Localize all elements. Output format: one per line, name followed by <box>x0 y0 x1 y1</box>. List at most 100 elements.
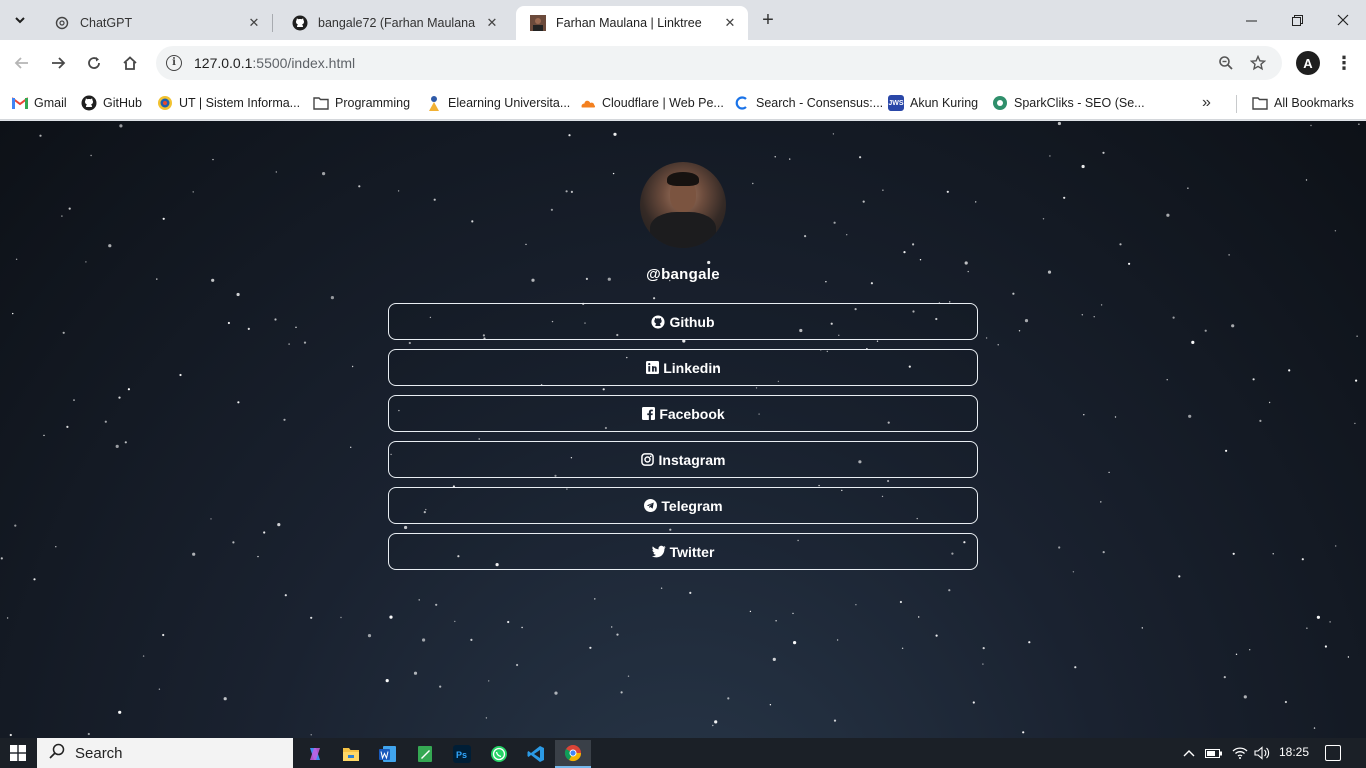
star <box>367 634 372 638</box>
home-button[interactable] <box>116 49 144 77</box>
windows-taskbar: Search Ps 18:25 <box>0 738 1366 768</box>
bookmark-star-icon[interactable] <box>1248 53 1268 73</box>
star <box>982 647 985 650</box>
reload-button[interactable] <box>80 49 108 77</box>
taskbar-search-box[interactable]: Search <box>37 738 293 768</box>
close-tab-icon[interactable]: ✕ <box>246 15 262 31</box>
bookmark-label: SparkCliks - SEO (Se... <box>1014 96 1145 110</box>
star <box>439 685 442 688</box>
star <box>982 663 984 665</box>
instagram-link-button[interactable]: Instagram <box>388 441 978 478</box>
star <box>727 697 730 700</box>
bookmarks-divider <box>1236 95 1237 113</box>
folder-icon <box>313 95 329 111</box>
url-text[interactable]: 127.0.0.1:5500/index.html <box>194 55 355 71</box>
link-label: Github <box>669 313 715 330</box>
tray-overflow-icon[interactable] <box>1183 738 1195 768</box>
wifi-icon[interactable] <box>1232 738 1248 768</box>
new-tab-button[interactable]: + <box>756 8 780 32</box>
copilot-app-icon[interactable] <box>297 740 333 768</box>
taskbar-search-label: Search <box>75 744 123 762</box>
notification-center-icon[interactable] <box>1325 745 1341 761</box>
bookmark-ut[interactable]: UT | Sistem Informa... <box>157 92 300 114</box>
star <box>1313 727 1316 729</box>
github-link-button[interactable]: Github <box>388 303 978 340</box>
site-info-icon[interactable]: i <box>166 55 182 71</box>
link-label: Twitter <box>669 543 715 560</box>
battery-icon[interactable] <box>1205 738 1223 768</box>
cloudflare-icon <box>580 95 596 111</box>
tab-chatgpt[interactable]: ChatGPT ✕ <box>40 6 272 40</box>
word-app-icon[interactable] <box>370 740 406 768</box>
linkedin-link-button[interactable]: Linkedin <box>388 349 978 386</box>
star <box>620 691 623 694</box>
bookmark-gmail[interactable]: Gmail <box>12 92 67 114</box>
star <box>793 641 797 645</box>
zoom-icon[interactable] <box>1216 53 1236 73</box>
star <box>470 638 473 642</box>
tab-linktree[interactable]: Farhan Maulana | Linktree ✕ <box>516 6 748 40</box>
back-button[interactable] <box>8 49 36 77</box>
github-icon <box>292 15 308 31</box>
restore-button[interactable] <box>1274 0 1320 40</box>
svg-text:Ps: Ps <box>456 750 467 760</box>
bookmark-folder-programming[interactable]: Programming <box>313 92 410 114</box>
star <box>1178 575 1181 578</box>
search-icon <box>49 743 65 763</box>
link-label: Telegram <box>661 497 723 514</box>
system-clock[interactable]: 18:25 <box>1279 745 1309 759</box>
star <box>158 688 161 690</box>
close-tab-icon[interactable]: ✕ <box>722 15 738 31</box>
vscode-app-icon[interactable] <box>518 740 554 768</box>
address-bar[interactable]: i 127.0.0.1:5500/index.html <box>156 46 1282 80</box>
instagram-icon <box>641 453 655 467</box>
close-tab-icon[interactable]: ✕ <box>484 15 500 31</box>
star <box>833 719 837 722</box>
tab-search-chevron-icon[interactable] <box>8 8 32 32</box>
star <box>162 633 165 637</box>
whatsapp-app-icon[interactable] <box>481 740 517 768</box>
tab-github[interactable]: bangale72 (Farhan Maulana Syi ✕ <box>278 6 510 40</box>
star <box>594 598 596 600</box>
close-window-button[interactable] <box>1320 0 1366 40</box>
star <box>142 655 145 657</box>
chrome-app-icon[interactable] <box>555 740 591 768</box>
forward-button[interactable] <box>44 49 72 77</box>
star <box>418 599 420 601</box>
star <box>1223 676 1226 679</box>
bookmark-consensus[interactable]: Search - Consensus:... <box>734 92 883 114</box>
star <box>712 724 714 727</box>
windows-start-button[interactable] <box>0 738 36 768</box>
bookmark-elearning[interactable]: Elearning Universita... <box>426 92 570 114</box>
facebook-link-button[interactable]: Facebook <box>388 395 978 432</box>
star <box>454 620 456 623</box>
bookmark-cloudflare[interactable]: Cloudflare | Web Pe... <box>580 92 724 114</box>
profile-avatar-button[interactable]: A <box>1296 51 1320 75</box>
all-bookmarks-button[interactable]: All Bookmarks <box>1252 92 1354 114</box>
minimize-button[interactable] <box>1228 0 1274 40</box>
star <box>836 639 839 641</box>
star <box>340 616 342 619</box>
star <box>855 604 857 606</box>
bookmark-akun-kuring[interactable]: JWS Akun Kuring <box>888 92 978 114</box>
more-bookmarks-icon[interactable]: » <box>1202 94 1211 112</box>
photoshop-app-icon[interactable]: Ps <box>444 740 480 768</box>
telegram-link-button[interactable]: Telegram <box>388 487 978 524</box>
bookmark-sparkcliks[interactable]: SparkCliks - SEO (Se... <box>992 92 1145 114</box>
browser-menu-icon[interactable]: ⋮ <box>1334 51 1354 75</box>
star <box>521 626 523 629</box>
star <box>9 733 12 737</box>
star <box>775 620 777 622</box>
star <box>749 610 752 613</box>
volume-icon[interactable] <box>1254 738 1270 768</box>
file-explorer-app-icon[interactable] <box>333 740 369 768</box>
star <box>1347 656 1350 658</box>
tab-title: ChatGPT <box>80 16 133 30</box>
linkedin-icon <box>645 361 659 375</box>
twitter-link-button[interactable]: Twitter <box>388 533 978 570</box>
star <box>1249 649 1251 651</box>
star <box>385 679 389 683</box>
bookmark-github[interactable]: GitHub <box>81 92 142 114</box>
notepad-app-icon[interactable] <box>407 740 443 768</box>
star <box>935 634 938 637</box>
